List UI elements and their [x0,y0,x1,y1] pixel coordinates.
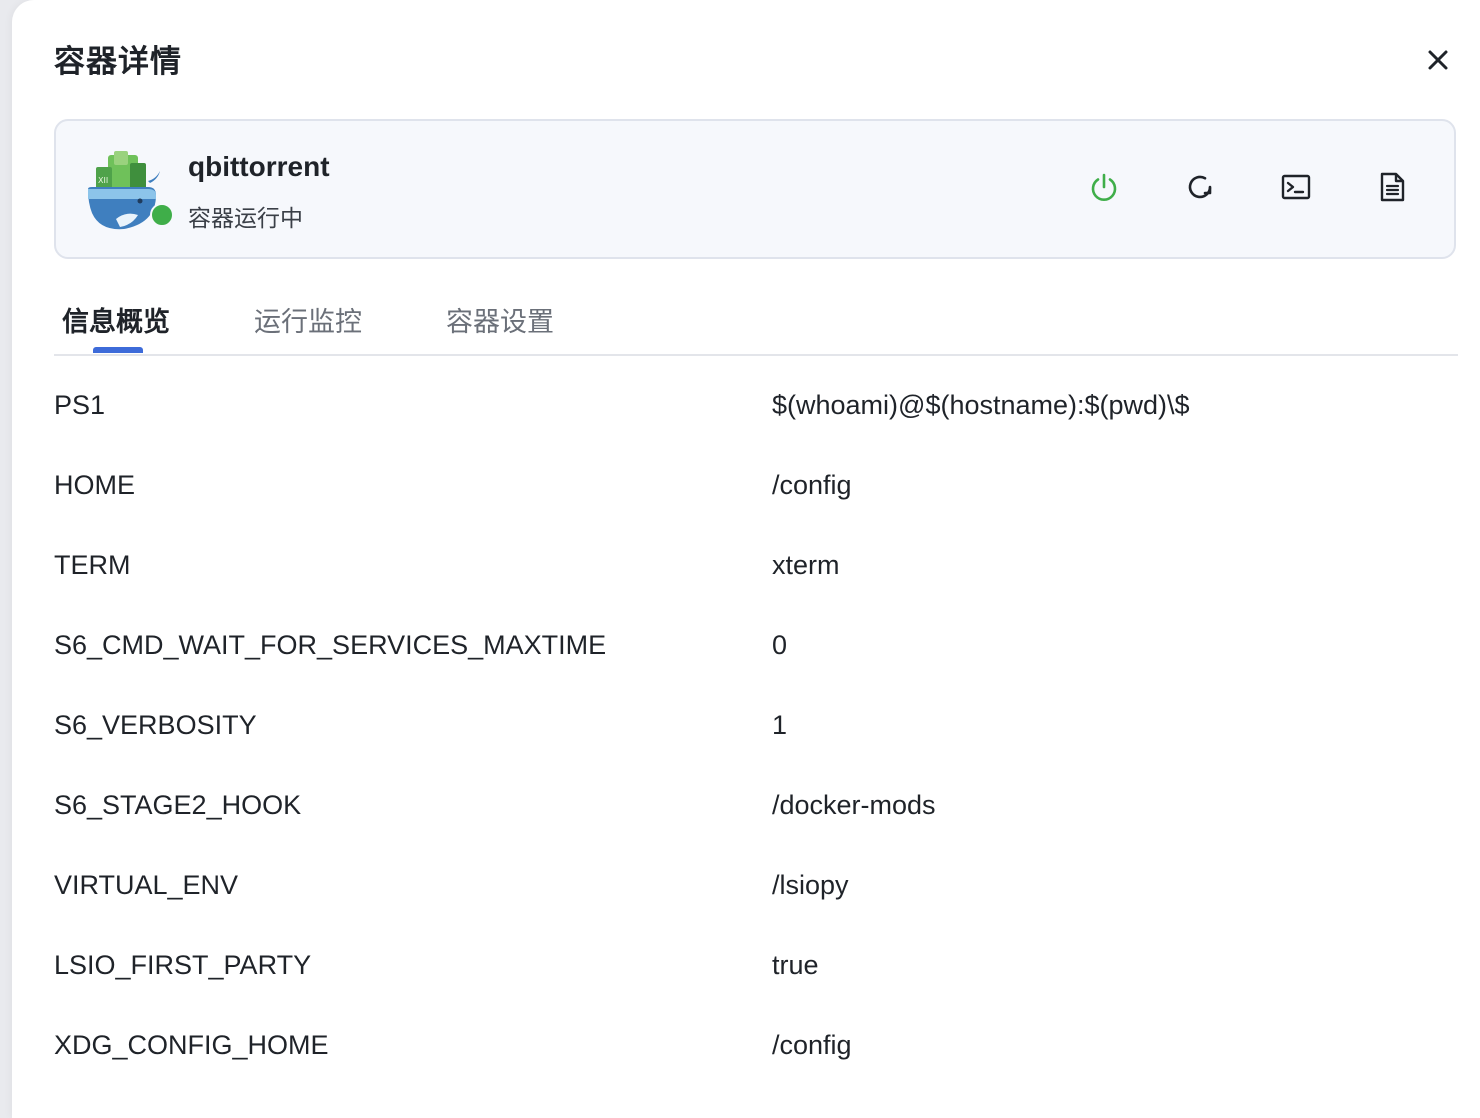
env-variable-list: PS1 $(whoami)@$(hostname):$(pwd)\$ HOME … [54,366,1458,1086]
env-key: S6_CMD_WAIT_FOR_SERVICES_MAXTIME [54,630,607,660]
logs-button[interactable] [1374,169,1410,205]
tab-settings[interactable]: 容器设置 [446,300,554,339]
tab-overview[interactable]: 信息概览 [62,300,170,339]
restart-button[interactable] [1182,169,1218,205]
tab-monitoring[interactable]: 运行监控 [254,300,362,339]
env-value: /lsiopy [772,870,849,900]
env-key: TERM [54,550,131,580]
page-title: 容器详情 [54,44,182,79]
detail-tabs: 信息概览 运行监控 容器设置 [54,280,1458,356]
env-row: TERM xterm [54,526,1458,606]
env-key: LSIO_FIRST_PARTY [54,950,312,980]
container-summary-card: XII qbittorrent 容器运行中 [54,119,1456,259]
env-row: VIRTUAL_ENV /lsiopy [54,846,1458,926]
running-status-dot [150,203,174,227]
power-icon [1091,173,1117,201]
terminal-icon [1281,174,1311,200]
env-key: VIRTUAL_ENV [54,870,239,900]
env-value: xterm [772,550,840,580]
container-actions [1086,169,1410,205]
env-value: true [772,950,819,980]
container-status: 容器运行中 [188,205,303,231]
close-button[interactable] [1420,42,1456,78]
env-key: XDG_CONFIG_HOME [54,1030,329,1060]
env-key: PS1 [54,390,106,420]
env-key: S6_STAGE2_HOOK [54,790,302,820]
close-icon [1428,50,1448,70]
refresh-icon [1188,175,1212,199]
container-detail-panel: 容器详情 XII qbittorrent 容器运行中 信息概览 运行监控 容器设… [12,0,1480,1118]
env-value: 0 [772,630,788,660]
env-value: /docker-mods [772,790,936,820]
env-row: HOME /config [54,446,1458,526]
env-value: /config [772,470,852,500]
svg-text:XII: XII [98,176,108,185]
env-value: 1 [772,710,788,740]
env-row: LSIO_FIRST_PARTY true [54,926,1458,1006]
env-key: S6_VERBOSITY [54,710,257,740]
terminal-button[interactable] [1278,169,1314,205]
power-button[interactable] [1086,169,1122,205]
env-row: XDG_CONFIG_HOME /config [54,1006,1458,1086]
document-icon [1380,172,1405,202]
container-name: qbittorrent [188,151,330,182]
env-row: PS1 $(whoami)@$(hostname):$(pwd)\$ [54,366,1458,446]
env-row: S6_CMD_WAIT_FOR_SERVICES_MAXTIME 0 [54,606,1458,686]
env-value: $(whoami)@$(hostname):$(pwd)\$ [772,390,1190,420]
env-value: /config [772,1030,852,1060]
env-row: S6_VERBOSITY 1 [54,686,1458,766]
env-key: HOME [54,470,135,500]
env-row: S6_STAGE2_HOOK /docker-mods [54,766,1458,846]
active-tab-indicator [93,347,143,353]
